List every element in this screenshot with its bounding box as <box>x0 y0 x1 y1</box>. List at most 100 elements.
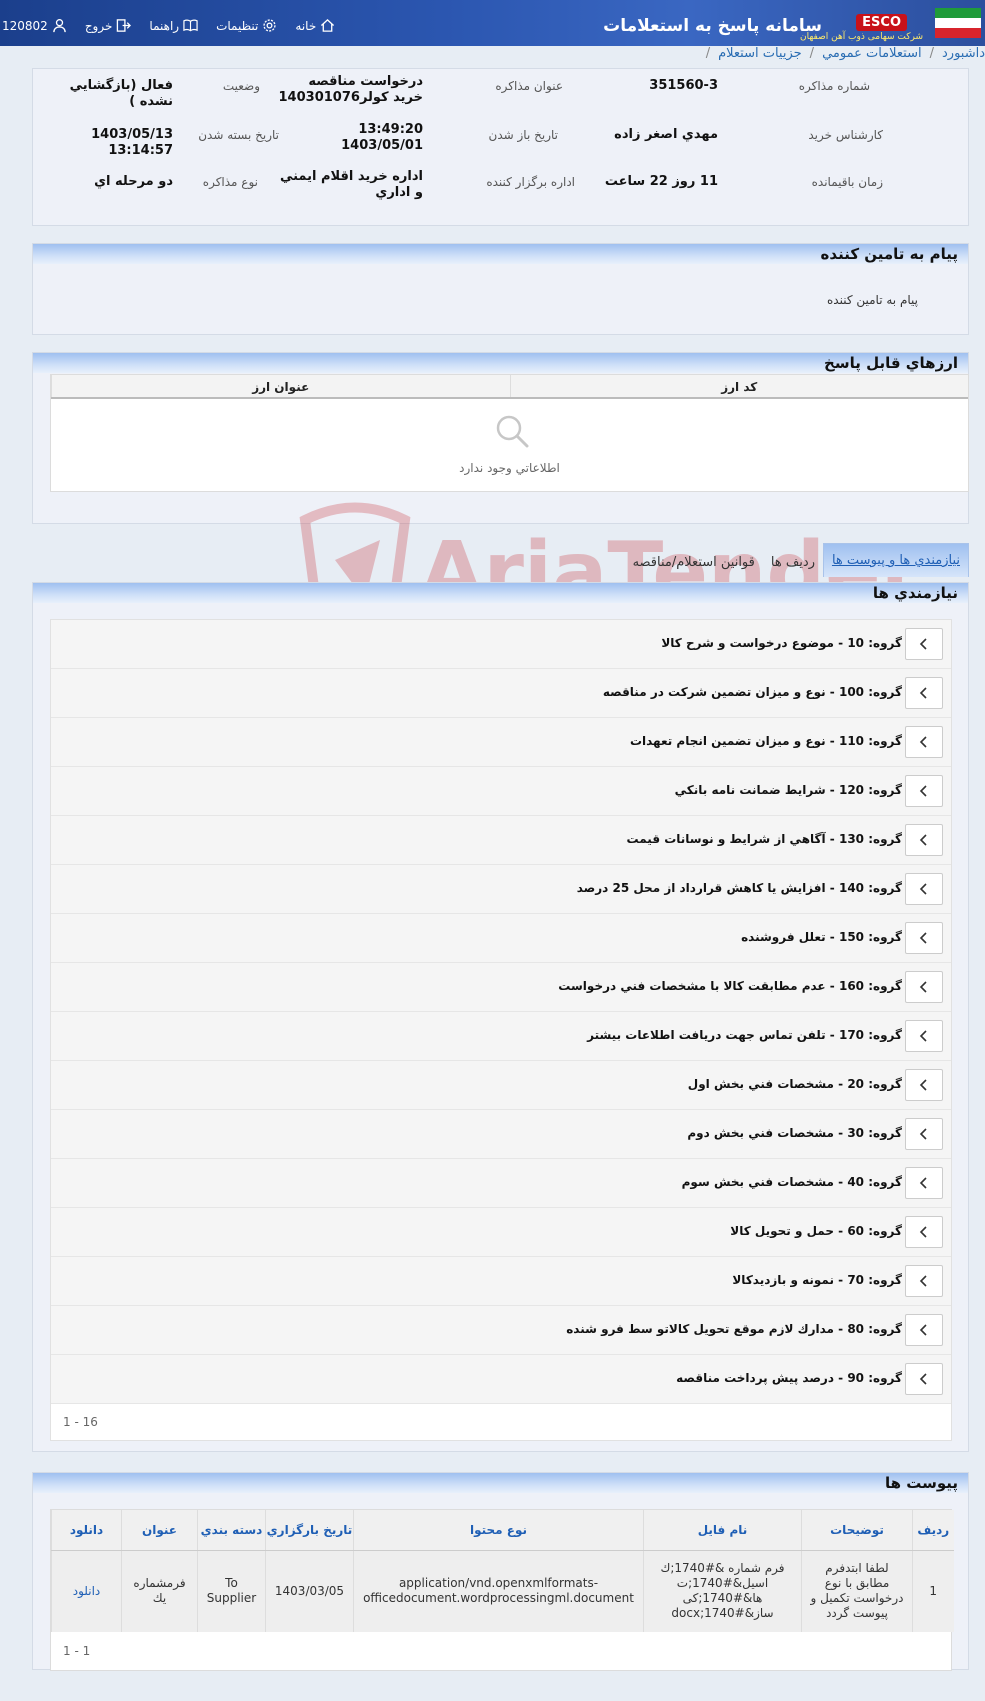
expand-button[interactable] <box>905 628 943 660</box>
logout-label: خروج <box>84 18 113 33</box>
col-description[interactable]: توضيحات <box>801 1510 913 1551</box>
status-value: فعال (بازگشايي نشده ) <box>69 78 173 109</box>
expert-value-wrap: مهدي اصغر زاده <box>614 127 718 143</box>
expand-button[interactable] <box>905 873 943 905</box>
col-title[interactable]: عنوان <box>121 1510 198 1551</box>
list-item[interactable]: گروه: 10 - موضوع درخواست و شرح كالا <box>51 620 951 669</box>
col-category[interactable]: دسته بندي <box>197 1510 266 1551</box>
list-item[interactable]: گروه: 30 - مشخصات فني بخش دوم <box>51 1110 951 1159</box>
top-nav: 120802 خروج راهنما تنظيمات خانه <box>2 18 353 33</box>
list-item[interactable]: گروه: 120 - شرايط ضمانت نامه بانكي <box>51 767 951 816</box>
logout-icon <box>117 19 132 32</box>
status-value-wrap: فعال (بازگشايي نشده ) <box>33 78 173 110</box>
close-date-value: 1403/05/13 13:14:57 <box>91 127 173 158</box>
expand-button[interactable] <box>905 677 943 709</box>
currency-panel: ارزهاي قابل پاسخ كد ارز عنوان ارز اطلاعا… <box>32 352 969 524</box>
chevron-left-icon <box>919 932 927 944</box>
col-currency-code[interactable]: كد ارز <box>509 375 969 397</box>
group-title: گروه: 140 - افزايش يا كاهش قرارداد از مح… <box>576 881 902 895</box>
chevron-left-icon <box>919 1226 927 1238</box>
open-date-value-wrap: 13:49:20 1403/05/01 <box>341 122 423 154</box>
title-field: عنوان مذاكره <box>495 79 563 93</box>
attachments-heading: پيوست ها <box>33 1473 968 1493</box>
chevron-left-icon <box>919 883 927 895</box>
list-item[interactable]: گروه: 160 - عدم مطابقت كالا با مشخصات فن… <box>51 963 951 1012</box>
expand-button[interactable] <box>905 1020 943 1052</box>
office-label: اداره برگزار كننده <box>486 175 575 189</box>
chevron-left-icon <box>919 1324 927 1336</box>
list-item[interactable]: گروه: 130 - آگاهي از شرايط و نوسانات قيم… <box>51 816 951 865</box>
list-item[interactable]: گروه: 40 - مشخصات فني بخش سوم <box>51 1159 951 1208</box>
cell-upload-date: 1403/03/05 <box>265 1550 354 1632</box>
user-menu[interactable]: 120802 <box>2 18 67 33</box>
expand-button[interactable] <box>905 775 943 807</box>
list-item[interactable]: گروه: 110 - نوع و ميزان تضمين انجام تعهد… <box>51 718 951 767</box>
expert-field: كارشناس خريد <box>808 128 883 142</box>
expand-button[interactable] <box>905 1118 943 1150</box>
brand-name: ESCO <box>856 14 907 31</box>
list-item[interactable]: گروه: 100 - نوع و ميزان تضمين شركت در من… <box>51 669 951 718</box>
list-item[interactable]: گروه: 80 - مدارك لازم موقع تحويل كالاتو … <box>51 1306 951 1355</box>
col-upload-date[interactable]: تاريخ بارگزاري <box>265 1510 354 1551</box>
expand-button[interactable] <box>905 1069 943 1101</box>
breadcrumb-dashboard[interactable]: داشبورد <box>942 46 985 61</box>
list-item[interactable]: گروه: 150 - تعلل فروشنده <box>51 914 951 963</box>
chevron-left-icon <box>919 1079 927 1091</box>
supplier-message-text: پيام به تامين كننده <box>827 293 918 307</box>
group-title: گروه: 170 - تلفن تماس جهت دريافت اطلاعات… <box>587 1028 902 1042</box>
col-download[interactable]: دانلود <box>51 1510 122 1551</box>
col-currency-title[interactable]: عنوان ارز <box>51 375 510 397</box>
search-icon <box>496 415 529 448</box>
list-item[interactable]: گروه: 170 - تلفن تماس جهت دريافت اطلاعات… <box>51 1012 951 1061</box>
col-file-name[interactable]: نام فايل <box>643 1510 802 1551</box>
help-link[interactable]: راهنما <box>149 18 198 33</box>
tab-needs-attachments[interactable]: نيازمندي ها و پيوست ها <box>822 543 969 577</box>
group-title: گروه: 160 - عدم مطابقت كالا با مشخصات فن… <box>558 979 902 993</box>
expand-button[interactable] <box>905 1216 943 1248</box>
close-date-field: تاريخ بسته شدن <box>198 128 279 142</box>
settings-link[interactable]: تنظيمات <box>216 18 277 33</box>
title-label: عنوان مذاكره <box>495 79 563 93</box>
list-item[interactable]: گروه: 140 - افزايش يا كاهش قرارداد از مح… <box>51 865 951 914</box>
list-item[interactable]: گروه: 60 - حمل و تحويل كالا <box>51 1208 951 1257</box>
table-row: 1 لطفا ابتدفرم مطابق با نوع درخواست تكمي… <box>51 1550 954 1632</box>
list-item[interactable]: گروه: 90 - درصد پيش پرداخت مناقصه <box>51 1355 951 1404</box>
expert-label: كارشناس خريد <box>808 128 883 142</box>
home-link[interactable]: خانه <box>295 18 335 33</box>
expand-button[interactable] <box>905 971 943 1003</box>
expand-button[interactable] <box>905 726 943 758</box>
col-row[interactable]: رديف <box>912 1510 954 1551</box>
expand-button[interactable] <box>905 1265 943 1297</box>
list-item[interactable]: گروه: 20 - مشخصات فني بخش اول <box>51 1061 951 1110</box>
office-value-line1: اداره خريد اقلام ايمني <box>279 169 423 184</box>
list-item[interactable]: گروه: 70 - نمونه و بازديدكالا <box>51 1257 951 1306</box>
expand-button[interactable] <box>905 1363 943 1395</box>
type-value: دو مرحله اي <box>94 174 173 189</box>
expand-button[interactable] <box>905 1167 943 1199</box>
chevron-left-icon <box>919 834 927 846</box>
number-value: 351560-3 <box>649 78 718 93</box>
gear-icon <box>263 19 277 32</box>
cell-description: لطفا ابتدفرم مطابق با نوع درخواست تكميل … <box>801 1550 913 1632</box>
breadcrumb-inquiry-details[interactable]: جزييات استعلام <box>718 46 802 61</box>
attachments-table: رديف توضيحات نام فايل نوع محتوا تاريخ با… <box>50 1509 954 1671</box>
open-date-field: تاريخ باز شدن <box>489 128 558 142</box>
home-label: خانه <box>295 18 317 33</box>
breadcrumb: داشبورد/استعلامات عمومي/جزييات استعلام/ <box>705 46 985 61</box>
type-field: نوع مذاكره <box>203 175 258 189</box>
logout-link[interactable]: خروج <box>85 18 132 33</box>
download-link[interactable]: دانلود <box>51 1550 122 1632</box>
number-field: شماره مذاكره <box>799 79 870 93</box>
expand-button[interactable] <box>905 824 943 856</box>
breadcrumb-public-inquiries[interactable]: استعلامات عمومي <box>822 46 922 61</box>
needs-pager: 1 - 16 <box>51 1404 951 1440</box>
attachments-pager: 1 - 1 <box>51 1632 951 1670</box>
group-title: گروه: 40 - مشخصات فني بخش سوم <box>681 1175 902 1189</box>
office-value-line2: و اداري <box>375 185 423 200</box>
col-content-type[interactable]: نوع محتوا <box>353 1510 644 1551</box>
open-date-value: 1403/05/01 <box>341 138 423 153</box>
tab-rows[interactable]: رديف ها <box>763 549 823 577</box>
tab-rules[interactable]: قوانين استعلام/مناقصه <box>625 549 763 577</box>
expand-button[interactable] <box>905 922 943 954</box>
expand-button[interactable] <box>905 1314 943 1346</box>
